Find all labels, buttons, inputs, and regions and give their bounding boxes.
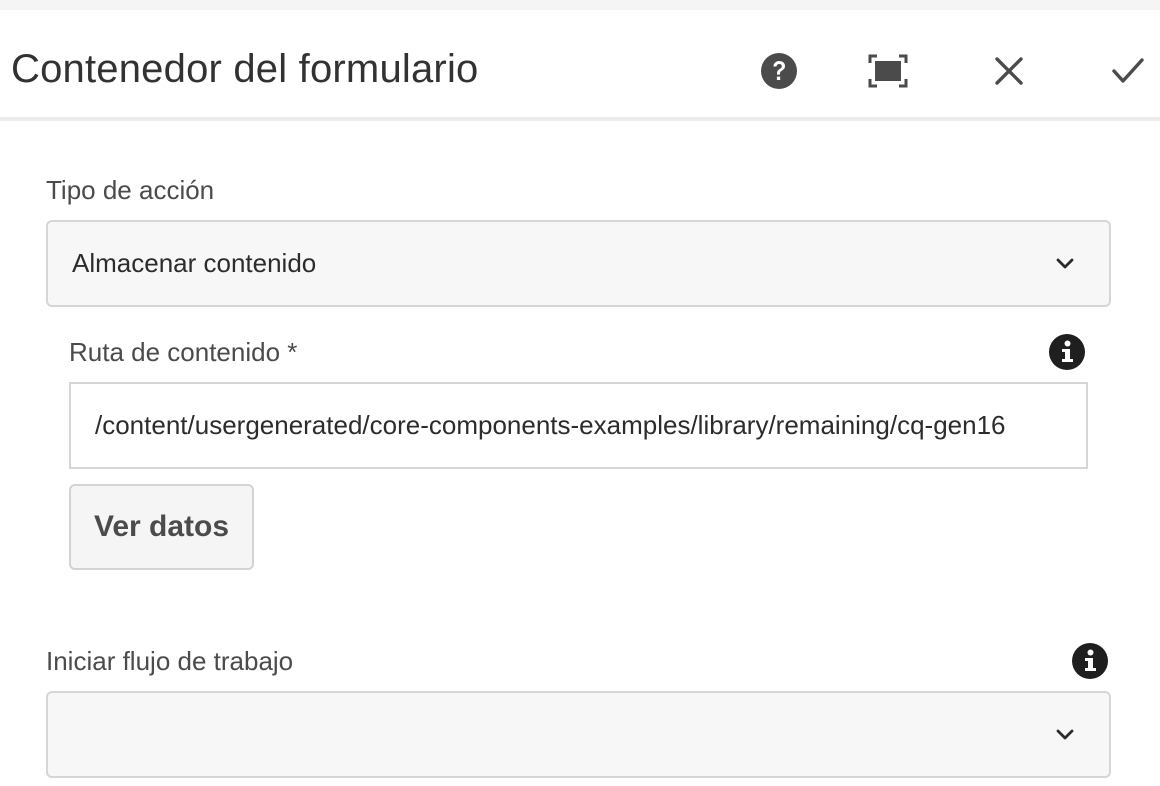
help-button[interactable] <box>757 49 801 93</box>
action-type-select[interactable]: Almacenar contenido <box>46 220 1111 307</box>
info-icon[interactable] <box>1071 642 1109 680</box>
chevron-down-icon <box>1056 729 1074 739</box>
top-strip <box>0 0 1160 10</box>
checkmark-icon <box>1112 58 1144 83</box>
dialog-title: Contenedor del formulario <box>11 47 479 91</box>
chevron-down-icon <box>1056 258 1074 268</box>
fullscreen-button[interactable] <box>866 49 910 93</box>
workflow-select[interactable] <box>46 691 1111 778</box>
content-path-input[interactable] <box>71 384 1086 467</box>
help-icon <box>761 53 797 89</box>
close-icon <box>995 57 1023 85</box>
content-path-field[interactable] <box>69 382 1088 469</box>
view-data-button[interactable]: Ver datos <box>69 484 254 570</box>
dialog-header: Contenedor del formulario <box>0 10 1160 121</box>
workflow-label: Iniciar flujo de trabajo <box>46 646 294 676</box>
fullscreen-icon <box>868 54 908 88</box>
info-icon[interactable] <box>1048 333 1086 371</box>
content-path-label: Ruta de contenido * <box>69 337 298 367</box>
close-button[interactable] <box>987 49 1031 93</box>
action-type-label: Tipo de acción <box>46 175 215 205</box>
confirm-button[interactable] <box>1106 49 1150 93</box>
action-type-value: Almacenar contenido <box>72 248 317 278</box>
